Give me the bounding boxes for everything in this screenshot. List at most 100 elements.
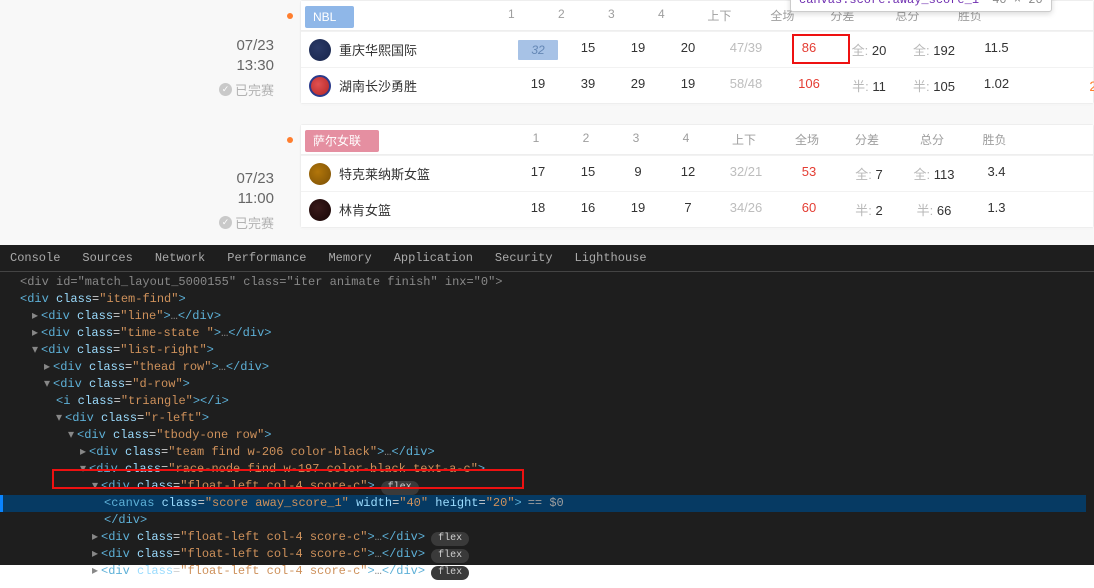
check-icon: ✓ bbox=[219, 216, 232, 229]
devtools-panel: Console Sources Network Performance Memory Ap… bbox=[0, 245, 1094, 565]
dom-line[interactable]: <div id="match_layout_5000155" class="it… bbox=[20, 275, 502, 289]
dom-line[interactable]: <i class="triangle"></i> bbox=[8, 393, 1086, 410]
fullscore-cell: 86 bbox=[779, 40, 839, 60]
devtools-tab[interactable]: Performance bbox=[227, 251, 306, 265]
table-row[interactable]: 湖南长沙勇胜1939291958/48106半: 11半: 1051.0220 bbox=[301, 67, 1093, 103]
diff-cell: 全: 7 bbox=[839, 164, 899, 183]
time: 13:30 bbox=[0, 56, 274, 76]
tooltip-dims: 40 × 20 bbox=[992, 0, 1042, 7]
dom-line[interactable]: ▸<div class="thead row">…</div> bbox=[8, 359, 1086, 376]
team-cell: 重庆华熙国际 bbox=[301, 39, 513, 61]
match-status: ✓ 已完赛 bbox=[0, 213, 274, 232]
elements-dom-tree[interactable]: <div id="match_layout_5000155" class="it… bbox=[0, 272, 1094, 588]
total-cell: 半: 105 bbox=[899, 76, 969, 95]
header-cell: 3 bbox=[611, 131, 661, 148]
fullscore-cell: 106 bbox=[779, 76, 839, 95]
score-cell: 7 bbox=[663, 200, 713, 219]
dom-line[interactable]: ▾<div class="r-left"> bbox=[8, 410, 1086, 427]
header-cell: 全场 bbox=[777, 131, 837, 148]
header-cell: 分差 bbox=[837, 131, 897, 148]
devtools-tab[interactable]: Sources bbox=[82, 251, 132, 265]
team-icon bbox=[309, 199, 331, 221]
live-dot-icon bbox=[287, 13, 293, 19]
table-header: 萨尔女联1234上下全场分差总分胜负 bbox=[301, 125, 1093, 155]
left-time-column: 07/2313:30 ✓ 已完赛 07/2311:00 ✓ 已完赛 bbox=[0, 0, 300, 245]
flex-badge[interactable]: flex bbox=[431, 532, 469, 546]
flex-badge[interactable]: flex bbox=[431, 566, 469, 580]
dom-line[interactable]: ▾<div class="float-left col-4 score-c">f… bbox=[8, 478, 1086, 495]
devtools-tab[interactable]: Lighthouse bbox=[575, 251, 647, 265]
inspector-tooltip: canvas.score.away_score_1 40 × 20 bbox=[790, 0, 1052, 12]
header-cell: 总分 bbox=[897, 131, 967, 148]
updown-cell: 34/26 bbox=[713, 200, 779, 219]
devtools-tabs[interactable]: Console Sources Network Performance Memory Ap… bbox=[0, 245, 1094, 272]
devtools-tab[interactable]: Network bbox=[155, 251, 205, 265]
score-cell: 39 bbox=[563, 76, 613, 95]
updown-cell: 58/48 bbox=[713, 76, 779, 95]
header-cell: 胜负 bbox=[967, 131, 1022, 148]
match-list: canvas.score.away_score_1 40 × 20 NBL123… bbox=[300, 0, 1094, 245]
dom-line[interactable]: <div class="item-find"> bbox=[8, 291, 1086, 308]
dom-line[interactable]: ▾<div class="race-node find w-197 color-… bbox=[8, 461, 1086, 478]
devtools-tab[interactable]: Application bbox=[394, 251, 473, 265]
wl-cell: 3.4 bbox=[969, 164, 1024, 183]
dom-line[interactable]: ▸<div class="team find w-206 color-black… bbox=[8, 444, 1086, 461]
team-name: 重庆华熙国际 bbox=[339, 40, 417, 59]
table-row[interactable]: 特克莱纳斯女篮171591232/2153全: 7全: 1133.4 bbox=[301, 155, 1093, 191]
table-row[interactable]: 重庆华熙国际3215192047/3986全: 20全: 19211.5 bbox=[301, 31, 1093, 67]
dom-line[interactable]: ▾<div class="list-right"> bbox=[8, 342, 1086, 359]
dom-line[interactable]: ▸<div class="float-left col-4 score-c">…… bbox=[8, 563, 1086, 580]
check-icon: ✓ bbox=[219, 83, 232, 96]
devtools-tab[interactable]: Security bbox=[495, 251, 553, 265]
live-dot-icon bbox=[287, 137, 293, 143]
updown-cell: 47/39 bbox=[713, 40, 779, 60]
score-canvas: 32 bbox=[518, 40, 558, 60]
header-cell: 1 bbox=[511, 131, 561, 148]
updown-cell: 32/21 bbox=[713, 164, 779, 183]
dom-line[interactable]: </div> bbox=[8, 512, 1086, 529]
total-cell: 半: 66 bbox=[899, 200, 969, 219]
dom-line[interactable]: ▾<div class="tbody-one row"> bbox=[8, 427, 1086, 444]
score-cell: 15 bbox=[563, 164, 613, 183]
team-name: 湖南长沙勇胜 bbox=[339, 76, 417, 95]
score-cell: 20 bbox=[663, 40, 713, 60]
edge-value: 20 bbox=[1089, 78, 1094, 94]
league-tag[interactable]: 萨尔女联 bbox=[305, 130, 379, 152]
devtools-tab[interactable]: Memory bbox=[328, 251, 371, 265]
score-cell: 18 bbox=[513, 200, 563, 219]
league-tag[interactable]: NBL bbox=[305, 6, 354, 28]
dom-line[interactable]: ▸<div class="float-left col-4 score-c">…… bbox=[8, 546, 1086, 563]
team-icon bbox=[309, 75, 331, 97]
header-cell: 2 bbox=[561, 131, 611, 148]
match-status: ✓ 已完赛 bbox=[0, 80, 274, 99]
selected-dom-node[interactable]: <canvas class="score away_score_1" width… bbox=[0, 495, 1086, 512]
diff-cell: 全: 20 bbox=[839, 40, 899, 60]
flex-badge[interactable]: flex bbox=[431, 549, 469, 563]
team-cell: 林肯女篮 bbox=[301, 199, 513, 221]
team-name: 特克莱纳斯女篮 bbox=[339, 164, 430, 183]
flex-badge[interactable]: flex bbox=[381, 481, 419, 495]
wl-cell: 11.5 bbox=[969, 40, 1024, 60]
score-cell: 19 bbox=[663, 76, 713, 95]
diff-cell: 半: 2 bbox=[839, 200, 899, 219]
status-text: 已完赛 bbox=[235, 80, 274, 99]
dom-line[interactable]: ▸<div class="float-left col-4 score-c">…… bbox=[8, 529, 1086, 546]
match-block: 萨尔女联1234上下全场分差总分胜负特克莱纳斯女篮171591232/2153全… bbox=[300, 124, 1094, 228]
dom-line[interactable]: ▸<div class="line">…</div> bbox=[8, 308, 1086, 325]
team-icon bbox=[309, 163, 331, 185]
team-cell: 湖南长沙勇胜 bbox=[301, 75, 513, 97]
wl-cell: 1.02 bbox=[969, 76, 1024, 95]
header-cell: 3 bbox=[586, 7, 636, 24]
status-text: 已完赛 bbox=[235, 213, 274, 232]
date: 07/23 bbox=[0, 36, 274, 56]
score-cell: 17 bbox=[513, 164, 563, 183]
table-row[interactable]: 林肯女篮181619734/2660半: 2半: 661.37 bbox=[301, 191, 1093, 227]
score-cell: 19 bbox=[613, 40, 663, 60]
dom-line[interactable]: ▸<div class="time-state ">…</div> bbox=[8, 325, 1086, 342]
score-cell: 32 bbox=[513, 40, 563, 60]
fullscore-cell: 60 bbox=[779, 200, 839, 219]
dom-line[interactable]: ▾<div class="d-row"> bbox=[8, 376, 1086, 393]
devtools-tab[interactable]: Console bbox=[10, 251, 60, 265]
score-cell: 29 bbox=[613, 76, 663, 95]
team-icon bbox=[309, 39, 331, 61]
